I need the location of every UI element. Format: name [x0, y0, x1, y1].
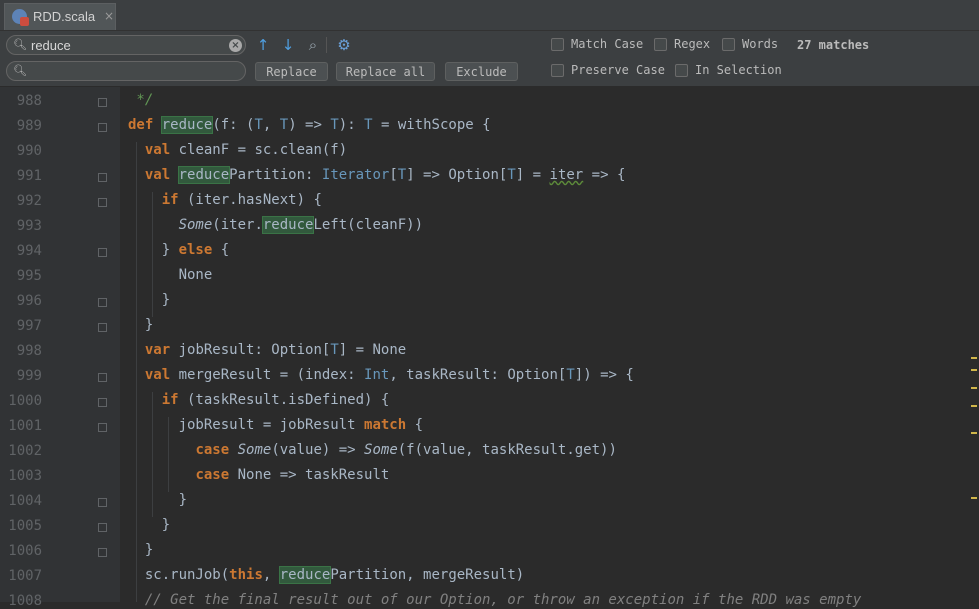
words-checkbox[interactable]	[722, 38, 735, 51]
line-number: 999	[16, 368, 42, 384]
line-number: 1002	[8, 443, 42, 459]
words-label[interactable]: Words	[742, 37, 778, 51]
close-icon[interactable]: ×	[104, 9, 114, 23]
toolbar-divider	[326, 37, 327, 53]
previous-occurrence-icon[interactable]: ↑	[254, 36, 272, 54]
code-line[interactable]: */	[128, 92, 153, 108]
fold-marker-icon[interactable]	[98, 498, 107, 507]
code-line[interactable]: if (taskResult.isDefined) {	[128, 392, 390, 408]
code-line[interactable]: case Some(value) => Some(f(value, taskRe…	[128, 442, 616, 458]
tab-rdd-scala[interactable]: RDD.scala ×	[4, 3, 116, 30]
line-number: 989	[16, 118, 42, 134]
match-case-label[interactable]: Match Case	[571, 37, 643, 51]
in-selection-checkbox[interactable]	[675, 64, 688, 77]
settings-gear-icon[interactable]: ⚙	[335, 36, 353, 54]
code-line[interactable]: val mergeResult = (index: Int, taskResul…	[128, 367, 634, 383]
line-number: 997	[16, 318, 42, 334]
line-number: 1007	[8, 568, 42, 584]
code-line[interactable]: val cleanF = sc.clean(f)	[128, 142, 347, 158]
search-history-icon[interactable]: 🔍︎	[13, 38, 27, 51]
code-line[interactable]: None	[128, 267, 213, 283]
line-number: 1004	[8, 493, 42, 509]
editor-tab-bar: RDD.scala ×	[0, 0, 979, 31]
fold-marker-icon[interactable]	[98, 548, 107, 557]
replace-input[interactable]: 🔍︎	[6, 61, 246, 81]
code-line[interactable]: sc.runJob(this, reducePartition, mergeRe…	[128, 566, 524, 584]
code-line[interactable]: Some(iter.reduceLeft(cleanF))	[128, 216, 423, 234]
scala-file-icon	[12, 9, 29, 26]
line-number: 996	[16, 293, 42, 309]
line-number: 995	[16, 268, 42, 284]
line-number: 1006	[8, 543, 42, 559]
code-line[interactable]: // Get the final result out of our Optio…	[128, 592, 861, 608]
regex-label[interactable]: Regex	[674, 37, 710, 51]
fold-marker-icon[interactable]	[98, 398, 107, 407]
fold-marker-icon[interactable]	[98, 373, 107, 382]
match-marker[interactable]	[971, 405, 977, 407]
line-number: 998	[16, 343, 42, 359]
match-marker[interactable]	[971, 387, 977, 389]
code-line[interactable]: jobResult = jobResult match {	[128, 417, 423, 433]
replace-all-button[interactable]: Replace all	[336, 62, 435, 81]
code-line[interactable]: var jobResult: Option[T] = None	[128, 342, 406, 358]
code-line[interactable]: }	[128, 542, 153, 558]
code-line[interactable]: }	[128, 292, 170, 308]
fold-marker-icon[interactable]	[98, 248, 107, 257]
next-occurrence-icon[interactable]: ↓	[279, 36, 297, 54]
match-marker[interactable]	[971, 369, 977, 371]
match-count: 27 matches	[797, 38, 870, 52]
match-marker[interactable]	[971, 497, 977, 499]
line-number: 994	[16, 243, 42, 259]
clear-search-icon[interactable]: ×	[229, 39, 242, 52]
line-number: 1001	[8, 418, 42, 434]
exclude-button[interactable]: Exclude	[445, 62, 518, 81]
line-number: 992	[16, 193, 42, 209]
line-number: 988	[16, 93, 42, 109]
code-line[interactable]: } else {	[128, 242, 229, 258]
preserve-case-checkbox[interactable]	[551, 64, 564, 77]
code-line[interactable]: if (iter.hasNext) {	[128, 192, 322, 208]
find-all-icon[interactable]: ⌕	[304, 36, 322, 54]
code-line[interactable]: val reducePartition: Iterator[T] => Opti…	[128, 166, 625, 184]
search-value[interactable]: reduce	[31, 38, 71, 53]
match-case-checkbox[interactable]	[551, 38, 564, 51]
regex-checkbox[interactable]	[654, 38, 667, 51]
code-line[interactable]: case None => taskResult	[128, 467, 389, 483]
line-number: 990	[16, 143, 42, 159]
line-number: 993	[16, 218, 42, 234]
fold-marker-icon[interactable]	[98, 523, 107, 532]
line-number: 991	[16, 168, 42, 184]
in-selection-label[interactable]: In Selection	[695, 63, 782, 77]
code-editor[interactable]: 988 989 990 991 992 993 994 995 996 997 …	[0, 87, 979, 609]
replace-history-icon[interactable]: 🔍︎	[13, 64, 27, 77]
fold-marker-icon[interactable]	[98, 423, 107, 432]
code-line[interactable]: }	[128, 517, 170, 533]
code-line[interactable]: def reduce(f: (T, T) => T): T = withScop…	[128, 116, 491, 134]
fold-marker-icon[interactable]	[98, 198, 107, 207]
match-marker[interactable]	[971, 357, 977, 359]
fold-marker-icon[interactable]	[98, 323, 107, 332]
line-number: 1005	[8, 518, 42, 534]
line-number: 1003	[8, 468, 42, 484]
fold-marker-icon[interactable]	[98, 98, 107, 107]
fold-marker-icon[interactable]	[98, 173, 107, 182]
fold-marker-icon[interactable]	[98, 298, 107, 307]
code-line[interactable]: }	[128, 492, 187, 508]
match-marker[interactable]	[971, 432, 977, 434]
preserve-case-label[interactable]: Preserve Case	[571, 63, 665, 77]
code-line[interactable]: }	[128, 317, 153, 333]
search-input[interactable]: 🔍︎ reduce ×	[6, 35, 246, 55]
tab-label: RDD.scala	[33, 9, 96, 24]
line-number: 1000	[8, 393, 42, 409]
find-replace-bar: 🔍︎ reduce × 🔍︎ ↑ ↓ ⌕ ⚙ Replace Replace a…	[0, 31, 979, 87]
replace-button[interactable]: Replace	[255, 62, 328, 81]
fold-marker-icon[interactable]	[98, 123, 107, 132]
line-number: 1008	[8, 593, 42, 609]
